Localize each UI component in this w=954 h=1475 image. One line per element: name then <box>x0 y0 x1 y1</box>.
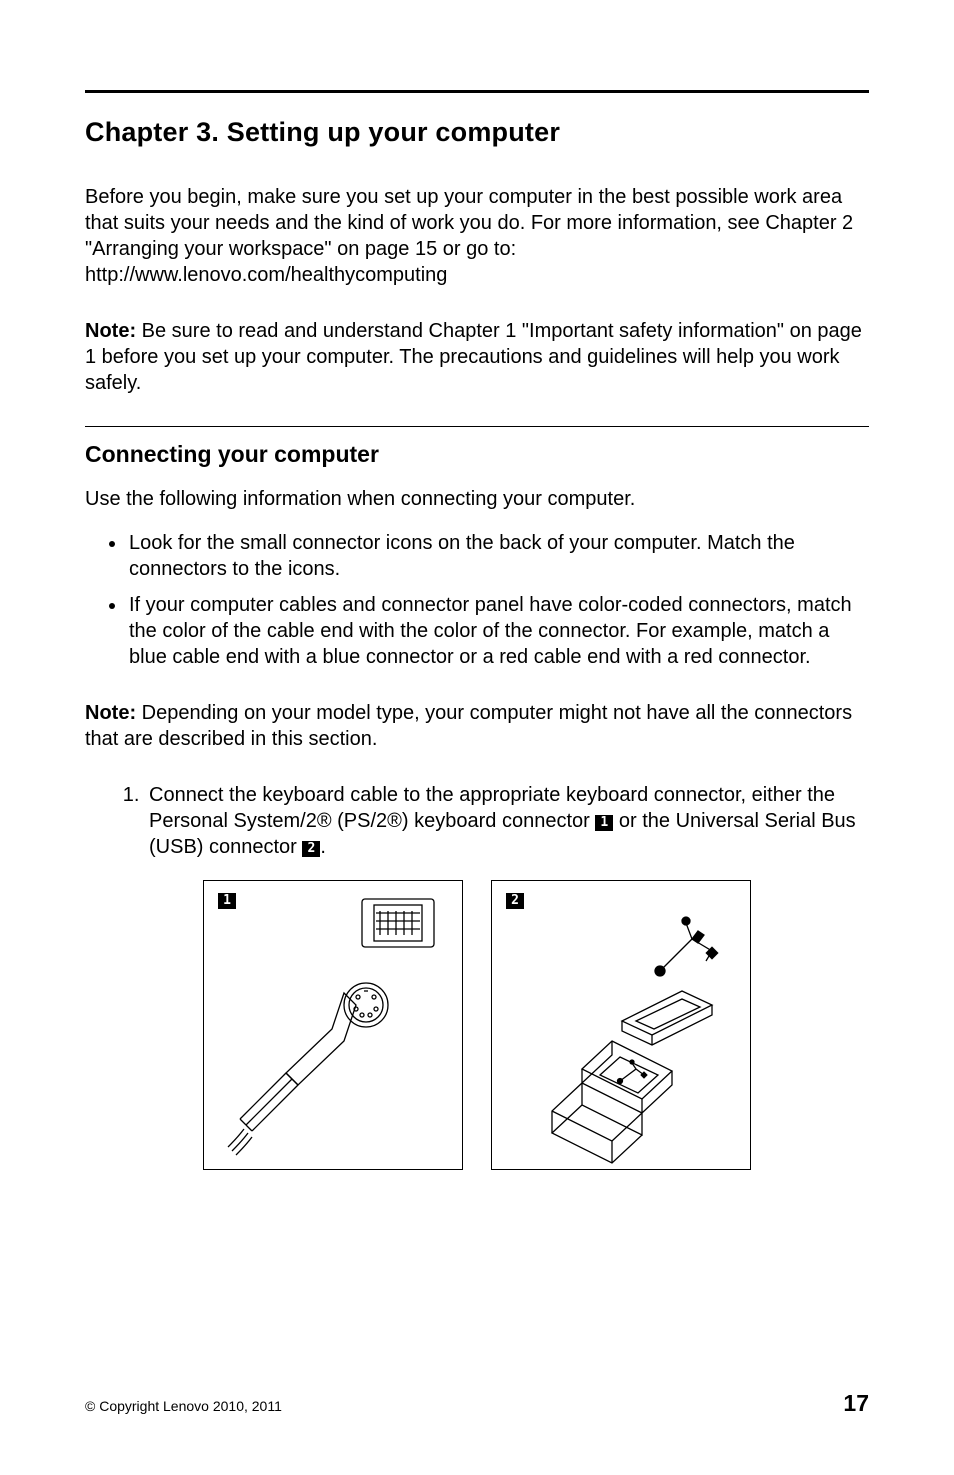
intro-text: Before you begin, make sure you set up y… <box>85 186 853 260</box>
section-title: Connecting your computer <box>85 441 869 468</box>
callout-marker-2: 2 <box>302 841 320 857</box>
steps-list: Connect the keyboard cable to the approp… <box>85 782 869 860</box>
figure-usb-connector: 2 <box>491 880 751 1170</box>
section-lead: Use the following information when conne… <box>85 486 869 512</box>
ps2-connector-illustration <box>204 881 462 1169</box>
list-item: If your computer cables and connector pa… <box>127 592 869 670</box>
note-1: Note: Be sure to read and understand Cha… <box>85 318 869 396</box>
step-1-text-c: . <box>320 836 326 858</box>
note-2: Note: Depending on your model type, your… <box>85 700 869 752</box>
intro-link[interactable]: http://www.lenovo.com/healthycomputing <box>85 264 447 286</box>
callout-marker-1: 1 <box>595 815 613 831</box>
figures-row: 1 <box>85 880 869 1170</box>
step-1: Connect the keyboard cable to the approp… <box>145 782 869 860</box>
chapter-title: Chapter 3. Setting up your computer <box>85 117 869 148</box>
section-bullets: Look for the small connector icons on th… <box>85 530 869 670</box>
top-rule <box>85 90 869 93</box>
copyright-text: © Copyright Lenovo 2010, 2011 <box>85 1398 282 1414</box>
section-rule <box>85 426 869 427</box>
usb-connector-illustration <box>492 881 750 1169</box>
note-1-label: Note: <box>85 320 136 342</box>
page-number: 17 <box>843 1390 869 1417</box>
page-footer: © Copyright Lenovo 2010, 2011 17 <box>85 1390 869 1417</box>
intro-paragraph: Before you begin, make sure you set up y… <box>85 184 869 288</box>
note-2-label: Note: <box>85 702 136 724</box>
note-2-text: Depending on your model type, your compu… <box>85 702 852 750</box>
note-1-text: Be sure to read and understand Chapter 1… <box>85 320 862 394</box>
figure-ps2-connector: 1 <box>203 880 463 1170</box>
list-item: Look for the small connector icons on th… <box>127 530 869 582</box>
